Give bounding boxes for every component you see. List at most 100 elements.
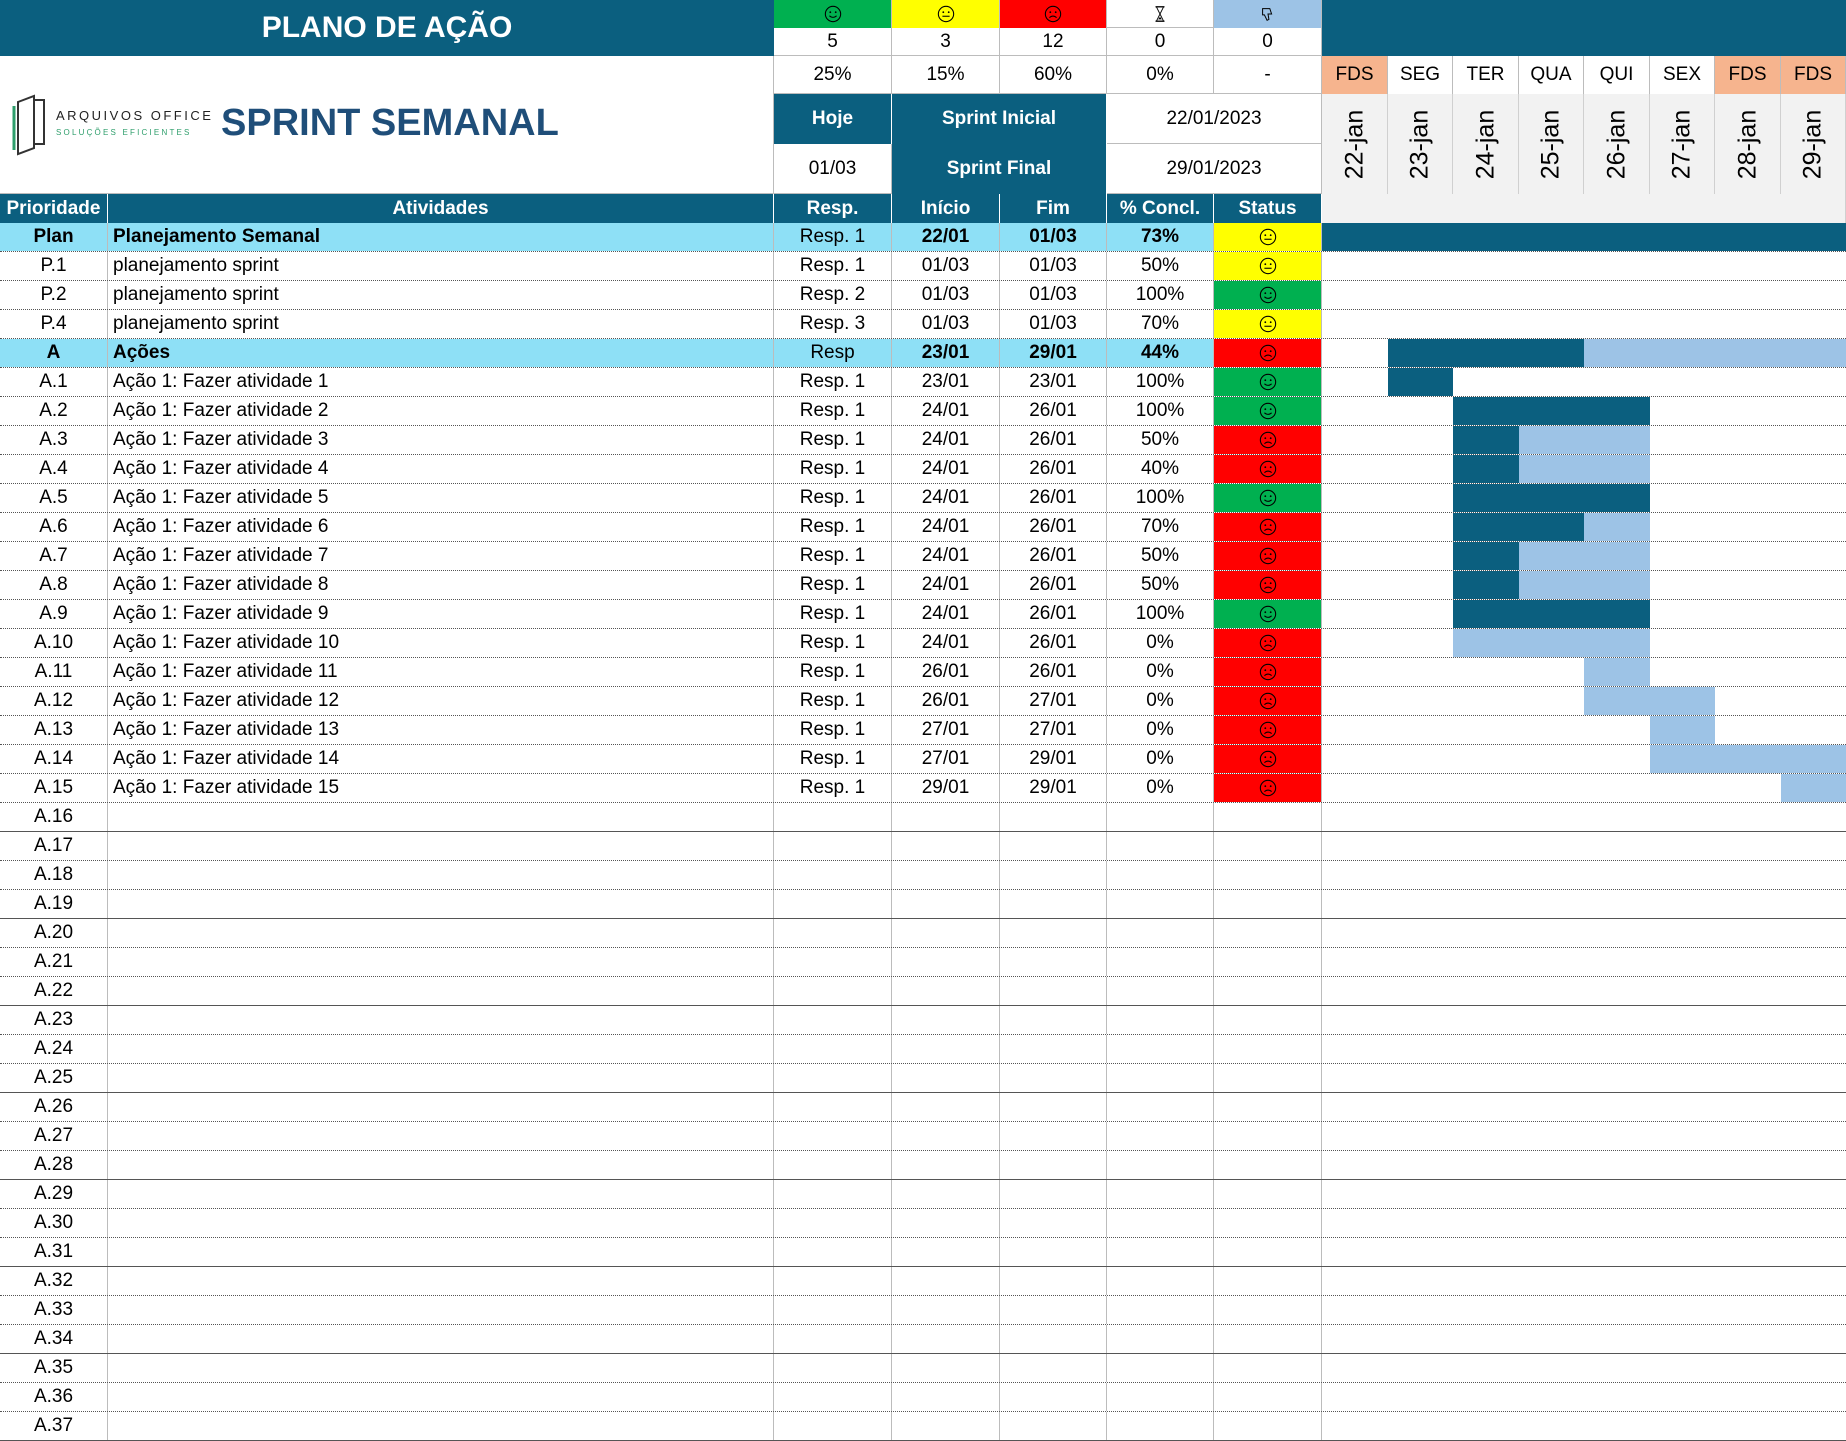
pct-cell[interactable]: 0% xyxy=(1107,687,1214,715)
activity-cell[interactable]: Planejamento Semanal xyxy=(108,223,774,251)
activity-cell[interactable]: Ação 1: Fazer atividade 5 xyxy=(108,484,774,512)
resp-cell[interactable]: Resp. 1 xyxy=(774,716,892,744)
end-cell[interactable]: 26/01 xyxy=(1000,600,1107,628)
end-cell[interactable] xyxy=(1000,832,1107,860)
start-cell[interactable] xyxy=(892,832,1000,860)
priority-cell[interactable]: A.20 xyxy=(0,919,108,947)
end-cell[interactable] xyxy=(1000,1151,1107,1179)
pct-cell[interactable]: 50% xyxy=(1107,571,1214,599)
pct-cell[interactable] xyxy=(1107,803,1214,831)
end-cell[interactable] xyxy=(1000,1354,1107,1382)
activity-cell[interactable]: Ação 1: Fazer atividade 11 xyxy=(108,658,774,686)
end-cell[interactable] xyxy=(1000,861,1107,889)
table-row[interactable]: A.11 Ação 1: Fazer atividade 11 Resp. 1 26/… xyxy=(0,658,1846,687)
resp-cell[interactable] xyxy=(774,861,892,889)
end-cell[interactable] xyxy=(1000,1383,1107,1411)
start-cell[interactable] xyxy=(892,1093,1000,1121)
end-cell[interactable] xyxy=(1000,948,1107,976)
table-row[interactable]: P.1 planejamento sprint Resp. 1 01/03 01/03 5… xyxy=(0,252,1846,281)
resp-cell[interactable] xyxy=(774,1180,892,1208)
resp-cell[interactable] xyxy=(774,1093,892,1121)
activity-cell[interactable]: Ação 1: Fazer atividade 12 xyxy=(108,687,774,715)
resp-cell[interactable]: Resp. 1 xyxy=(774,484,892,512)
pct-cell[interactable]: 50% xyxy=(1107,252,1214,280)
pct-cell[interactable]: 0% xyxy=(1107,774,1214,802)
end-cell[interactable]: 27/01 xyxy=(1000,716,1107,744)
table-row[interactable]: A.2 Ação 1: Fazer atividade 2 Resp. 1 24/01… xyxy=(0,397,1846,426)
activity-cell[interactable]: Ação 1: Fazer atividade 4 xyxy=(108,455,774,483)
pct-cell[interactable] xyxy=(1107,1412,1214,1440)
table-row[interactable]: A Ações Resp 23/01 29/01 44% xyxy=(0,339,1846,368)
start-cell[interactable]: 24/01 xyxy=(892,513,1000,541)
activity-cell[interactable] xyxy=(108,1180,774,1208)
pct-cell[interactable] xyxy=(1107,832,1214,860)
start-cell[interactable] xyxy=(892,1151,1000,1179)
table-row[interactable]: P.4 planejamento sprint Resp. 3 01/03 01/03 7… xyxy=(0,310,1846,339)
priority-cell[interactable]: A.5 xyxy=(0,484,108,512)
pct-cell[interactable] xyxy=(1107,948,1214,976)
activity-cell[interactable] xyxy=(108,977,774,1005)
pct-cell[interactable]: 40% xyxy=(1107,455,1214,483)
start-cell[interactable]: 24/01 xyxy=(892,571,1000,599)
pct-cell[interactable] xyxy=(1107,1122,1214,1150)
table-row[interactable]: A.6 Ação 1: Fazer atividade 6 Resp. 1 24/01… xyxy=(0,513,1846,542)
resp-cell[interactable] xyxy=(774,1267,892,1295)
table-row[interactable]: A.8 Ação 1: Fazer atividade 8 Resp. 1 24/01… xyxy=(0,571,1846,600)
resp-cell[interactable]: Resp. 1 xyxy=(774,658,892,686)
table-row[interactable]: A.33 xyxy=(0,1296,1846,1325)
table-row[interactable]: A.29 xyxy=(0,1180,1846,1209)
table-row[interactable]: A.34 xyxy=(0,1325,1846,1354)
priority-cell[interactable]: A.24 xyxy=(0,1035,108,1063)
pct-cell[interactable] xyxy=(1107,977,1214,1005)
resp-cell[interactable]: Resp. 1 xyxy=(774,368,892,396)
table-row[interactable]: A.19 xyxy=(0,890,1846,919)
resp-cell[interactable]: Resp. 1 xyxy=(774,687,892,715)
priority-cell[interactable]: A.28 xyxy=(0,1151,108,1179)
table-row[interactable]: A.23 xyxy=(0,1006,1846,1035)
priority-cell[interactable]: A.34 xyxy=(0,1325,108,1353)
start-cell[interactable]: 24/01 xyxy=(892,455,1000,483)
activity-cell[interactable]: Ação 1: Fazer atividade 3 xyxy=(108,426,774,454)
priority-cell[interactable]: A.30 xyxy=(0,1209,108,1237)
sprint-inicial-value[interactable]: 22/01/2023 xyxy=(1107,94,1322,144)
table-row[interactable]: A.17 xyxy=(0,832,1846,861)
start-cell[interactable]: 24/01 xyxy=(892,629,1000,657)
priority-cell[interactable]: A.21 xyxy=(0,948,108,976)
activity-cell[interactable]: Ação 1: Fazer atividade 7 xyxy=(108,542,774,570)
end-cell[interactable]: 29/01 xyxy=(1000,745,1107,773)
start-cell[interactable] xyxy=(892,1354,1000,1382)
end-cell[interactable]: 29/01 xyxy=(1000,774,1107,802)
end-cell[interactable]: 26/01 xyxy=(1000,397,1107,425)
end-cell[interactable]: 26/01 xyxy=(1000,426,1107,454)
resp-cell[interactable] xyxy=(774,1238,892,1266)
start-cell[interactable] xyxy=(892,1296,1000,1324)
end-cell[interactable] xyxy=(1000,1122,1107,1150)
priority-cell[interactable]: P.4 xyxy=(0,310,108,338)
resp-cell[interactable] xyxy=(774,1122,892,1150)
activity-cell[interactable]: Ação 1: Fazer atividade 14 xyxy=(108,745,774,773)
resp-cell[interactable] xyxy=(774,832,892,860)
activity-cell[interactable] xyxy=(108,1383,774,1411)
table-row[interactable]: A.25 xyxy=(0,1064,1846,1093)
table-row[interactable]: A.28 xyxy=(0,1151,1846,1180)
start-cell[interactable] xyxy=(892,1238,1000,1266)
end-cell[interactable] xyxy=(1000,1238,1107,1266)
activity-cell[interactable]: Ação 1: Fazer atividade 8 xyxy=(108,571,774,599)
table-row[interactable]: A.32 xyxy=(0,1267,1846,1296)
priority-cell[interactable]: A.9 xyxy=(0,600,108,628)
pct-cell[interactable]: 0% xyxy=(1107,629,1214,657)
table-row[interactable]: A.35 xyxy=(0,1354,1846,1383)
activity-cell[interactable] xyxy=(108,1035,774,1063)
table-row[interactable]: A.26 xyxy=(0,1093,1846,1122)
pct-cell[interactable]: 0% xyxy=(1107,658,1214,686)
end-cell[interactable] xyxy=(1000,919,1107,947)
priority-cell[interactable]: A.13 xyxy=(0,716,108,744)
end-cell[interactable]: 26/01 xyxy=(1000,513,1107,541)
pct-cell[interactable]: 100% xyxy=(1107,600,1214,628)
sprint-final-value[interactable]: 29/01/2023 xyxy=(1107,144,1322,194)
activity-cell[interactable]: Ação 1: Fazer atividade 10 xyxy=(108,629,774,657)
start-cell[interactable] xyxy=(892,1122,1000,1150)
activity-cell[interactable] xyxy=(108,1122,774,1150)
pct-cell[interactable] xyxy=(1107,1267,1214,1295)
priority-cell[interactable]: A.35 xyxy=(0,1354,108,1382)
